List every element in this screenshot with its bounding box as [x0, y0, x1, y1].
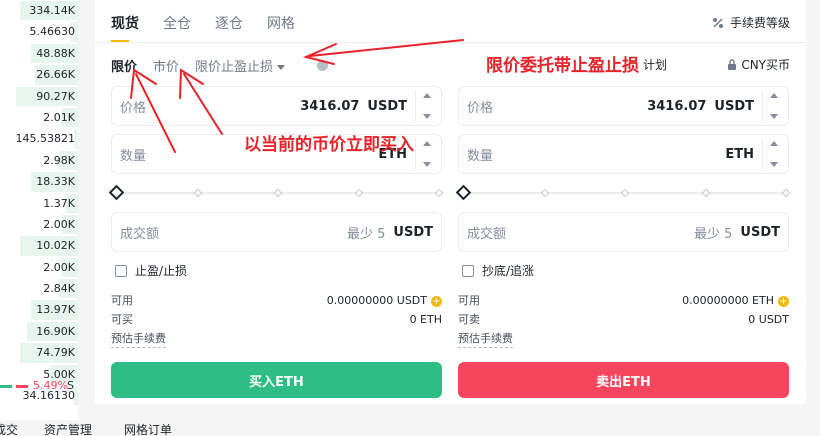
arrowhead: [130, 68, 157, 99]
arrow-line: [309, 39, 464, 57]
annotation-arrows: [130, 39, 464, 153]
arrow-line: [135, 73, 176, 153]
trading-screen: 334.14K 5.46630 48.88K 26.66K 90.27K 2.01K 145…: [0, 0, 820, 436]
